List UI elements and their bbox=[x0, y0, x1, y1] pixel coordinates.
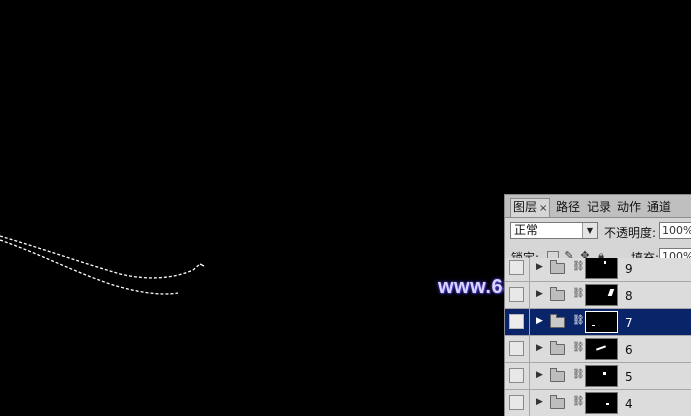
folder-icon bbox=[550, 341, 565, 355]
row-divider bbox=[529, 336, 530, 363]
expand-triangle-icon[interactable]: ▶ bbox=[536, 316, 543, 326]
layer-mask-thumbnail[interactable] bbox=[585, 284, 618, 306]
visibility-toggle[interactable] bbox=[509, 368, 524, 383]
folder-icon bbox=[550, 260, 565, 274]
layer-mask-thumbnail[interactable] bbox=[585, 392, 618, 414]
tab-layers[interactable]: 图层 × bbox=[510, 198, 551, 217]
blend-mode-value: 正常 bbox=[514, 223, 539, 237]
layer-row[interactable]: ▶ ⛓︎ 5 bbox=[505, 363, 691, 390]
layer-mask-thumbnail[interactable] bbox=[585, 365, 618, 387]
layer-name: 8 bbox=[625, 289, 633, 303]
folder-icon bbox=[550, 314, 565, 328]
layer-mask-thumbnail[interactable] bbox=[585, 338, 618, 360]
layer-name: 9 bbox=[625, 262, 633, 276]
layer-list: ▶ ⛓︎ 9 ▶ ⛓︎ 8 ▶ ⛓︎ 7 ▶ ⛓︎ 6 ▶ ⛓︎ 5 ▶ ⛓︎ … bbox=[505, 258, 691, 416]
layer-row-selected[interactable]: ▶ ⛓︎ 7 bbox=[505, 309, 691, 336]
layer-name: 4 bbox=[625, 397, 633, 411]
layer-row[interactable]: ▶ ⛓︎ 8 bbox=[505, 282, 691, 309]
visibility-toggle[interactable] bbox=[509, 260, 524, 275]
layer-name: 6 bbox=[625, 343, 633, 357]
visibility-toggle[interactable] bbox=[509, 287, 524, 302]
link-icon[interactable]: ⛓︎ bbox=[572, 315, 585, 326]
row-divider bbox=[529, 282, 530, 309]
expand-triangle-icon[interactable]: ▶ bbox=[536, 289, 543, 299]
panel-tab-bar: 图层 × 路径 记录 动作 通道 bbox=[505, 195, 691, 218]
expand-triangle-icon[interactable]: ▶ bbox=[536, 343, 543, 353]
visibility-toggle[interactable] bbox=[509, 341, 524, 356]
layer-row[interactable]: ▶ ⛓︎ 9 bbox=[505, 258, 691, 282]
tab-layers-label: 图层 bbox=[513, 200, 538, 214]
tab-paths[interactable]: 路径 bbox=[554, 199, 582, 216]
link-icon[interactable]: ⛓︎ bbox=[572, 342, 585, 353]
tab-history[interactable]: 记录 bbox=[585, 199, 613, 216]
link-icon[interactable]: ⛓︎ bbox=[572, 396, 585, 407]
close-icon[interactable]: × bbox=[539, 203, 547, 214]
folder-icon bbox=[550, 395, 565, 409]
row-divider bbox=[529, 258, 530, 282]
expand-triangle-icon[interactable]: ▶ bbox=[536, 370, 543, 380]
expand-triangle-icon[interactable]: ▶ bbox=[536, 397, 543, 407]
layer-row[interactable]: ▶ ⛓︎ 4 bbox=[505, 390, 691, 416]
tab-channels[interactable]: 通道 bbox=[645, 199, 673, 216]
layer-name: 5 bbox=[625, 370, 633, 384]
link-icon[interactable]: ⛓︎ bbox=[572, 261, 585, 272]
visibility-toggle[interactable] bbox=[509, 314, 524, 329]
opacity-label: 不透明度: bbox=[604, 226, 657, 240]
layer-name: 7 bbox=[625, 316, 633, 330]
layers-panel: 图层× 路径 记录 动作 通道 正常 ▼ 不透明度: 100% 锁定: ✎ ✥ … bbox=[504, 194, 691, 416]
blend-mode-select[interactable]: 正常 ▼ bbox=[510, 222, 598, 239]
link-icon[interactable]: ⛓︎ bbox=[572, 288, 585, 299]
row-divider bbox=[529, 309, 530, 336]
visibility-toggle[interactable] bbox=[509, 395, 524, 410]
folder-icon bbox=[550, 368, 565, 382]
chevron-down-icon[interactable]: ▼ bbox=[582, 223, 597, 238]
row-divider bbox=[529, 363, 530, 390]
layer-mask-thumbnail[interactable] bbox=[585, 258, 618, 279]
blend-options-row: 正常 ▼ 不透明度: 100% bbox=[505, 219, 691, 243]
link-icon[interactable]: ⛓︎ bbox=[572, 369, 585, 380]
row-divider bbox=[529, 390, 530, 416]
layer-mask-thumbnail[interactable] bbox=[585, 311, 618, 333]
folder-icon bbox=[550, 287, 565, 301]
tab-actions[interactable]: 动作 bbox=[615, 199, 643, 216]
expand-triangle-icon[interactable]: ▶ bbox=[536, 262, 543, 272]
opacity-input[interactable]: 100% bbox=[659, 222, 691, 239]
layer-row[interactable]: ▶ ⛓︎ 6 bbox=[505, 336, 691, 363]
